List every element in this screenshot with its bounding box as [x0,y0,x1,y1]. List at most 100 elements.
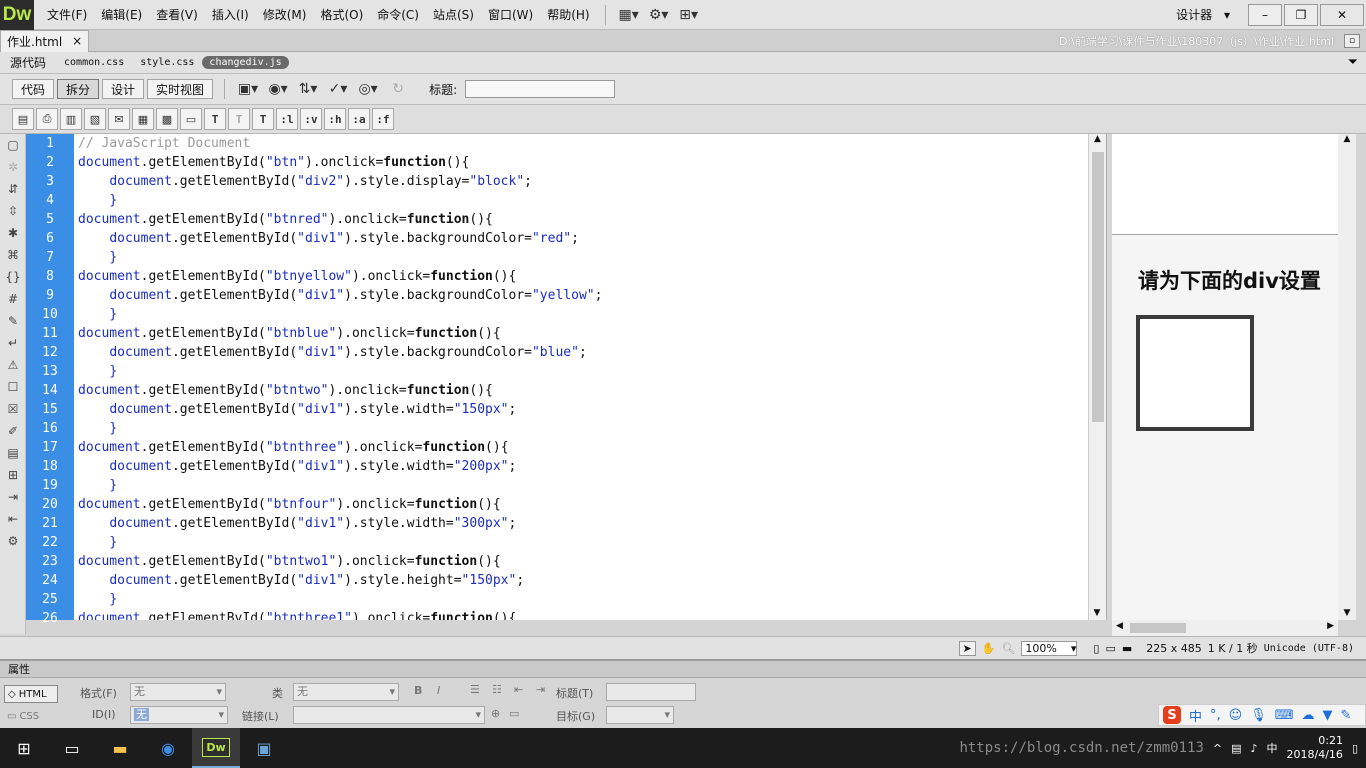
title-input[interactable] [465,80,616,98]
scroll-up-icon[interactable]: ▲ [1338,134,1356,144]
format-source-icon[interactable]: ⚙ [0,530,26,552]
snippet-icon[interactable]: ✲ [0,156,26,178]
menu-item[interactable]: 帮助(H) [540,0,596,30]
move-css-icon[interactable]: ⊞ [0,464,26,486]
outdent-icon[interactable]: ⇤ [0,508,26,530]
voice-icon[interactable]: 🎙︎ [1250,708,1267,723]
link-input[interactable]: ▾ [293,706,485,724]
format-t-button[interactable]: T [204,108,226,130]
menu-item[interactable]: 格式(O) [313,0,370,30]
related-file[interactable]: changediv.js [202,56,289,69]
ordered-list-icon[interactable]: ☷ [492,683,502,696]
punctuation-icon[interactable]: °, [1210,708,1221,723]
volume-icon[interactable]: ♪ [1251,742,1258,755]
link-button[interactable]: :l [276,108,298,130]
indent-icon[interactable]: ⇥ [0,486,26,508]
apply-comment-icon[interactable]: ☐ [0,376,26,398]
active-button[interactable]: :a [348,108,370,130]
format-select[interactable]: 无 ▾ [130,683,226,701]
restore-button[interactable]: ❐ [1284,3,1318,26]
notifications-icon[interactable]: ▯ [1352,742,1358,755]
wrap-tag-icon[interactable]: ✐ [0,420,26,442]
template-icon[interactable]: ▧ [84,108,106,130]
form-icon[interactable]: ▭ [180,108,202,130]
filter-icon[interactable]: ⏷ [1348,55,1358,70]
html-tab[interactable]: ◇ HTML [4,685,58,703]
page-icon[interactable]: ▥ [60,108,82,130]
gear-icon[interactable]: ⚙▾ [644,7,674,23]
balance-braces-icon[interactable]: {} [0,266,26,288]
visited-button[interactable]: :v [300,108,322,130]
title-prop-input[interactable] [606,683,696,701]
mobile-size-icon[interactable]: ▯ [1093,642,1099,655]
print-icon[interactable]: ⎙ [36,108,58,130]
zoom-select[interactable]: 100% ▾ [1021,640,1078,656]
hover-button[interactable]: :h [324,108,346,130]
indent-icon[interactable]: ⇥ [536,683,545,696]
photos-icon[interactable]: ▣ [240,728,288,768]
word-wrap-icon[interactable]: ↵ [0,332,26,354]
hand-tool-icon[interactable]: ✋ [982,642,996,655]
task-view-icon[interactable]: ▭ [48,728,96,768]
menu-item[interactable]: 站点(S) [426,0,481,30]
scroll-up-icon[interactable]: ▲ [1089,134,1106,144]
focus-button[interactable]: :f [372,108,394,130]
view-button[interactable]: 设计 [102,79,145,99]
scroll-thumb[interactable] [1092,152,1104,422]
collapse-tag-icon[interactable]: ⇵ [0,178,26,200]
target-select[interactable]: ▾ [606,706,674,724]
dreamweaver-task-icon[interactable]: Dw [192,728,240,768]
preview-browser-icon[interactable]: ◉▾ [263,81,293,97]
bold-icon[interactable]: B [414,684,422,697]
zoom-tool-icon[interactable]: 🔍︎ [1001,642,1015,655]
tablet-size-icon[interactable]: ▭ [1105,642,1115,655]
menu-item[interactable]: 修改(M) [256,0,314,30]
minimize-button[interactable]: – [1248,3,1282,26]
scroll-down-icon[interactable]: ▼ [1089,608,1105,618]
id-select[interactable]: 无 ▾ [130,706,228,724]
properties-header[interactable]: 属性 [0,661,1366,678]
close-button[interactable]: ✕ [1320,3,1364,26]
site-icon[interactable]: ⊞▾ [674,7,704,23]
line-numbers-icon[interactable]: # [0,288,26,310]
outdent-icon[interactable]: ⇤ [514,683,523,696]
w3c-validation-icon[interactable]: ✓▾ [323,81,353,97]
source-code-link[interactable]: 源代码 [0,54,56,71]
menu-item[interactable]: 命令(C) [370,0,426,30]
code-vertical-scrollbar[interactable]: ▲ ▼ [1088,134,1106,620]
format-tt-button[interactable]: T [252,108,274,130]
windows-start-icon[interactable]: ⊞ [0,728,48,768]
view-button[interactable]: 实时视图 [147,79,214,99]
select-tool-icon[interactable]: ➤ [958,640,976,656]
visual-aids-icon[interactable]: ◎▾ [353,81,383,97]
expand-all-icon[interactable]: ✱ [0,222,26,244]
unordered-list-icon[interactable]: ☰ [470,683,480,696]
menu-item[interactable]: 文件(F) [40,0,94,30]
window-size[interactable]: 225 x 485 [1146,642,1202,655]
select-parent-icon[interactable]: ⌘ [0,244,26,266]
collapse-selection-icon[interactable]: ⇳ [0,200,26,222]
code-editor[interactable]: // JavaScript Document document.getElemen… [74,134,1088,620]
keyboard-icon[interactable]: ⌨ [1275,708,1294,723]
view-button[interactable]: 代码 [12,79,55,99]
view-button[interactable]: 拆分 [57,79,100,99]
document-tab[interactable]: 作业.html × [0,29,90,52]
date-icon[interactable]: ▦ [132,108,154,130]
design-view[interactable]: 请为下面的div设置 [1112,134,1338,620]
shirt-icon[interactable]: ▼ [1323,708,1333,723]
file-explorer-icon[interactable]: ▬ [96,728,144,768]
emoji-icon[interactable]: ☺ [1229,708,1243,723]
design-horizontal-scrollbar[interactable]: ◀ ▶ [1112,620,1338,636]
syntax-error-icon[interactable]: ⚠ [0,354,26,376]
wrench-icon[interactable]: ✎ [1341,708,1352,723]
highlight-invalid-icon[interactable]: ✎ [0,310,26,332]
scroll-left-icon[interactable]: ◀ [1116,621,1123,631]
email-icon[interactable]: ✉ [108,108,130,130]
show-hidden-icon[interactable]: ^ [1213,742,1222,755]
multiscreen-icon[interactable]: ▣▾ [233,81,263,97]
file-management-icon[interactable]: ⇅▾ [293,81,323,97]
network-icon[interactable]: ▤ [1231,742,1241,755]
scroll-right-icon[interactable]: ▶ [1327,621,1334,631]
workspace-switcher[interactable]: 设计器 ▾ [1158,6,1248,23]
menu-item[interactable]: 窗口(W) [481,0,540,30]
